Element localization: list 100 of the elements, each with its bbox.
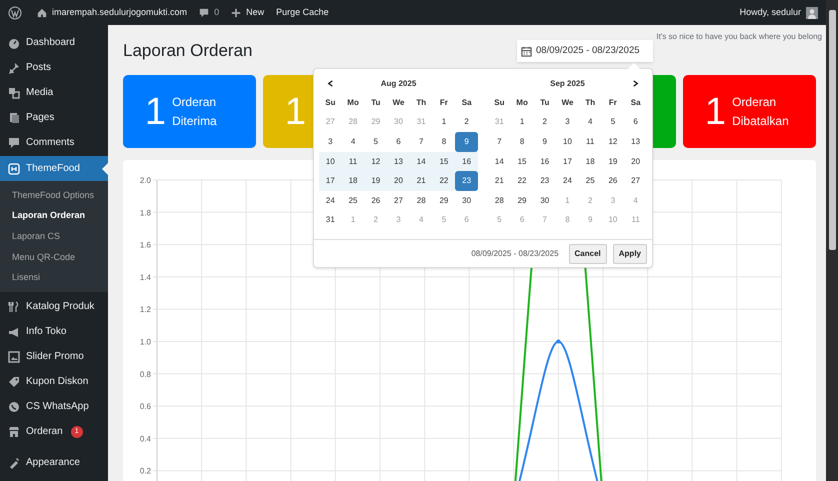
calendar-day[interactable]: 1 <box>432 112 456 132</box>
calendar-day[interactable]: 13 <box>624 132 647 152</box>
sidebar-item[interactable]: Info Toko <box>0 319 108 344</box>
calendar-day[interactable]: 20 <box>624 152 647 172</box>
sidebar-item[interactable]: Comments <box>0 130 108 155</box>
calendar-day[interactable]: 26 <box>364 190 388 211</box>
calendar-day[interactable]: 15 <box>510 152 534 172</box>
submenu-item[interactable]: Laporan CS <box>0 226 108 248</box>
scrollbar[interactable] <box>826 0 838 481</box>
calendar-day[interactable]: 18 <box>342 171 364 191</box>
comment-count[interactable]: 0 <box>214 6 220 20</box>
store-icon <box>8 426 20 438</box>
calendar-day[interactable]: 16 <box>455 152 478 172</box>
calendar-day[interactable]: 29 <box>510 190 534 211</box>
calendar-day[interactable]: 8 <box>510 132 534 152</box>
calendar-day[interactable]: 5 <box>364 132 388 152</box>
calendar-day[interactable]: 25 <box>578 171 602 191</box>
calendar-day[interactable]: 31 <box>319 210 342 230</box>
calendar-day[interactable]: 12 <box>364 152 388 172</box>
calendar-day[interactable]: 4 <box>578 112 602 132</box>
calendar-day[interactable]: 22 <box>510 171 534 191</box>
site-link[interactable]: imarempah.sedulurjogomukti.com <box>52 6 188 20</box>
calendar-day[interactable]: 1 <box>510 112 534 132</box>
weekday-label: Sa <box>630 96 642 109</box>
page-title: Laporan Orderan <box>123 40 252 62</box>
purge-cache-link[interactable]: Purge Cache <box>276 6 329 20</box>
y-axis-label: 1.8 <box>140 208 151 218</box>
calendar-day[interactable]: 14 <box>488 152 511 172</box>
y-axis-label: 0.8 <box>140 370 151 379</box>
weekday-label: We <box>560 96 574 109</box>
calendar-day[interactable]: 9 <box>455 132 478 152</box>
calendar-day[interactable]: 13 <box>387 152 410 172</box>
calendar-day[interactable]: 28 <box>410 190 433 211</box>
calendar-day[interactable]: 17 <box>319 171 342 191</box>
calendar-day[interactable]: 27 <box>387 190 410 211</box>
submenu-item[interactable]: ThemeFood Options <box>0 185 108 206</box>
calendar-day[interactable]: 5 <box>602 112 624 132</box>
calendar-day[interactable]: 7 <box>410 132 433 152</box>
calendar-day[interactable]: 18 <box>578 152 602 172</box>
calendar-day[interactable]: 20 <box>387 171 410 191</box>
stat-label: Orderan Dibatalkan <box>732 94 790 130</box>
calendar-day[interactable]: 7 <box>488 132 511 152</box>
calendar-day[interactable]: 15 <box>432 152 456 172</box>
sidebar-item[interactable]: Slider Promo <box>0 344 108 370</box>
submenu-item[interactable]: Menu QR-Code <box>0 247 108 268</box>
calendar-day[interactable]: 11 <box>578 132 602 152</box>
sidebar-item[interactable]: Katalog Produk <box>0 294 108 320</box>
calendar-day[interactable]: 10 <box>319 152 342 172</box>
calendar-day[interactable]: 17 <box>556 152 579 172</box>
calendar-day[interactable]: 16 <box>533 152 556 172</box>
weekday-label: Fr <box>608 96 618 109</box>
calendar-day[interactable]: 2 <box>455 112 478 132</box>
new-link[interactable]: New <box>246 6 264 20</box>
sidebar-item[interactable]: Media <box>0 80 108 105</box>
calendar-day[interactable]: 25 <box>342 190 364 211</box>
calendar-day[interactable]: 14 <box>410 152 433 172</box>
scrollbar-thumb[interactable] <box>828 10 836 250</box>
calendar-day[interactable]: 12 <box>602 132 624 152</box>
calendar-day[interactable]: 19 <box>602 152 624 172</box>
calendar-day[interactable]: 26 <box>602 171 624 191</box>
date-picker-button[interactable]: Apply <box>612 244 647 264</box>
submenu-item[interactable]: Laporan Orderan <box>0 206 108 226</box>
calendar-day[interactable]: 22 <box>432 171 456 191</box>
calendar-day[interactable]: 10 <box>556 132 579 152</box>
calendar-day[interactable]: 28 <box>488 190 511 211</box>
calendar-day[interactable]: 30 <box>455 190 478 211</box>
sidebar-item[interactable]: CS WhatsApp <box>0 394 108 420</box>
calendar-day[interactable]: 23 <box>533 171 556 191</box>
chevron-right-icon[interactable] <box>632 80 640 87</box>
calendar-day[interactable]: 3 <box>556 112 579 132</box>
calendar-day[interactable]: 6 <box>387 132 410 152</box>
calendar-day[interactable]: 24 <box>319 190 342 211</box>
calendar-day[interactable]: 19 <box>364 171 388 191</box>
sidebar-item[interactable]: Posts <box>0 55 108 80</box>
greeting-link[interactable]: Howdy, sedulur <box>740 6 801 20</box>
weekday-label: Sa <box>460 96 473 109</box>
sidebar-item[interactable]: Dashboard <box>0 30 108 55</box>
sidebar-item[interactable]: Pages <box>0 105 108 130</box>
calendar-day[interactable]: 21 <box>410 171 433 191</box>
calendar-day[interactable]: 2 <box>533 112 556 132</box>
date-range-field[interactable]: 08/09/2025 - 08/23/2025 <box>517 40 653 62</box>
sidebar-item[interactable]: ThemeFood <box>0 156 108 181</box>
calendar-day[interactable]: 3 <box>319 132 342 152</box>
submenu-item[interactable]: Lisensi <box>0 268 108 288</box>
calendar-day[interactable]: 11 <box>342 152 364 172</box>
calendar-day[interactable]: 4 <box>342 132 364 152</box>
calendar-day[interactable]: 23 <box>455 171 478 191</box>
sidebar-item[interactable]: Appearance <box>0 450 108 476</box>
calendar-day[interactable]: 9 <box>533 132 556 152</box>
calendar-day[interactable]: 21 <box>488 171 511 191</box>
calendar-day[interactable]: 30 <box>533 190 556 211</box>
sidebar-item[interactable]: Kupon Diskon <box>0 369 108 394</box>
calendar-day[interactable]: 27 <box>624 171 647 191</box>
stat-label: Orderan Diterima <box>172 94 218 130</box>
calendar-day[interactable]: 6 <box>624 112 647 132</box>
calendar-day[interactable]: 8 <box>432 132 456 152</box>
calendar-day[interactable]: 29 <box>432 190 456 211</box>
chevron-left-icon[interactable] <box>326 80 334 87</box>
calendar-day[interactable]: 24 <box>556 171 579 191</box>
date-picker-button[interactable]: Cancel <box>568 244 607 264</box>
